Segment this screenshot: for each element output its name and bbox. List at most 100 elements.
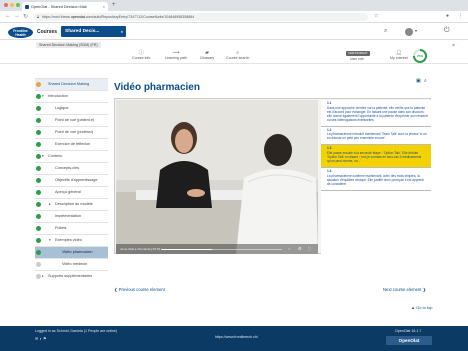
avatar[interactable] (405, 28, 413, 36)
menu-item-label: Contenu (48, 154, 63, 158)
breadcrumb[interactable]: Shared Decision Making (SDM) (FR) (36, 42, 101, 48)
footer-social-icons[interactable]: ✉ ◐ ⚑ (35, 336, 47, 341)
profile-icon[interactable]: ● (446, 13, 449, 19)
reload-icon[interactable]: ↻ (23, 13, 28, 20)
menu-item[interactable]: Vidéo pharmacien (35, 246, 108, 258)
status-dot-icon (36, 82, 41, 87)
menu-item-label: Objectifs d'apprentissage (55, 178, 98, 182)
menu-item[interactable]: Vidéo médecin (35, 258, 108, 270)
menu-item[interactable]: Point de vue (professi) (35, 126, 108, 138)
slide-text: La pharmacienne confirme maintenant, ave… (327, 173, 424, 186)
page-footer: Logged in as Schmid, Daniela (1 People a… (0, 326, 468, 351)
role-badge[interactable]: PARTICIPANT (346, 51, 370, 56)
tool-course-info[interactable]: ⓘ Course info (132, 50, 150, 60)
openolat-logo[interactable]: OpenOlat (386, 336, 432, 345)
favicon-icon (25, 4, 29, 9)
slide-item[interactable]: 1.1 Dans une approche centrée sur la pati… (321, 100, 431, 127)
menu-item[interactable]: ▾ Exemples vidéo (35, 234, 108, 246)
menu-item[interactable]: Concepts-clés (35, 162, 108, 174)
chevron-down-icon[interactable]: ▾ (415, 28, 417, 33)
tool-label: Course search (226, 56, 250, 60)
player-controls: Jump slide ▸ Remaining 00:02 ▸ ♪ ⚙︎ ⛶ (116, 244, 318, 254)
slide-item[interactable]: 1.3 Elle passe ensuite à la seconde étape… (321, 145, 431, 168)
browser-menu-icon[interactable]: ⋮ (458, 13, 463, 19)
status-dot-icon (36, 238, 41, 243)
next-element-link[interactable]: Next course element ❯ (383, 287, 426, 292)
bookmark-star-icon[interactable]: ☆ (374, 13, 378, 19)
back-icon[interactable]: ← (5, 13, 11, 19)
close-course-tab-icon[interactable]: × (121, 26, 123, 37)
menu-item[interactable]: Objectifs d'apprentissage (35, 174, 108, 186)
menu-item[interactable]: Point de vue (patient.e) (35, 114, 108, 126)
status-dot-icon (36, 106, 41, 111)
menu-item[interactable]: Pollets (35, 222, 108, 234)
tool-label: Course info (132, 56, 151, 60)
settings-icon[interactable]: ⚙︎ (298, 246, 302, 251)
menu-item-label: Shared Decision Making (48, 82, 90, 86)
nav-active-course-tab[interactable]: Shared Decis... × (61, 26, 126, 37)
menu-item[interactable]: ▸ Description du modèle (35, 198, 108, 210)
nav-courses[interactable]: Courses (37, 29, 57, 35)
tool-label: Glossary (200, 56, 215, 60)
print-icon[interactable]: ▣ (416, 78, 421, 84)
status-dot-icon (36, 262, 41, 267)
close-window-icon[interactable] (4, 3, 8, 7)
slide-item[interactable]: 1.4 La pharmacienne confirme maintenant, … (321, 168, 431, 191)
close-course-icon[interactable]: × (452, 43, 455, 49)
progress-ring: 75% (413, 49, 427, 63)
menu-item[interactable]: ▾ Introduction (35, 90, 108, 102)
menu-item[interactable]: Exercice de réflexion (35, 138, 108, 150)
logged-in-info: Logged in as Schmid, Daniela (1 People a… (35, 329, 118, 333)
chevron-icon[interactable]: ▾ (42, 91, 44, 102)
slide-item[interactable]: 1.2 La pharmacienne introduit maintenant … (321, 127, 431, 146)
maximize-window-icon[interactable] (16, 3, 20, 7)
chevron-icon[interactable]: ▸ (49, 199, 51, 210)
chevron-icon[interactable]: ▾ (49, 235, 51, 246)
menu-item[interactable]: Implémentation (35, 210, 108, 222)
menu-item[interactable]: Aperçu général (35, 186, 108, 198)
window-controls (4, 3, 20, 7)
status-dot-icon (36, 226, 41, 231)
status-dot-icon (36, 142, 41, 147)
my-interest[interactable]: 👤︎ My interest (390, 50, 408, 60)
video-frame[interactable]: Jump slide ▸ Remaining 00:02 ▸ ♪ ⚙︎ ⛶ (116, 100, 318, 254)
new-tab-icon[interactable]: + (112, 2, 116, 8)
menu-item[interactable]: Shared Decision Making (35, 78, 108, 90)
slide-text: Elle passe ensuite à la seconde étape : … (327, 151, 422, 163)
app-header: Frontline Health Courses Shared Decis...… (0, 24, 468, 40)
chevron-icon[interactable]: ▾ (42, 151, 44, 162)
menu-item[interactable]: ▸ Supports supplémentaires (35, 270, 108, 282)
player-seek-bar[interactable] (162, 249, 282, 250)
menu-item-label: Aperçu général (55, 190, 81, 194)
go-to-top-link[interactable]: ▲ Go to top (411, 305, 433, 310)
menu-item-label: Introduction (48, 94, 68, 98)
page-title: Vidéo pharmacien (114, 82, 200, 93)
go-to-top-label: Go to top (416, 305, 433, 310)
tool-learning-path[interactable]: ⟿ Learning path (165, 50, 187, 60)
frontline-logo[interactable]: Frontline Health (8, 27, 33, 38)
footer-url-link[interactable]: https://www.frontlinerch.ch/ (215, 335, 258, 339)
previous-element-link[interactable]: ❮ Previous course element (114, 287, 165, 292)
slide-text: Dans une approche centrée sur la patient… (327, 105, 428, 122)
url-field[interactable]: https://mmi.thews.openolat.com/auth/Repo… (34, 13, 368, 21)
logout-icon[interactable]: ⏻︎ (444, 27, 450, 35)
previous-element-label: Previous course element (118, 287, 165, 292)
status-dot-icon (36, 274, 41, 279)
forward-icon[interactable]: → (14, 13, 20, 19)
menu-item[interactable]: ▾ Contenu (35, 150, 108, 162)
menu-item[interactable]: Logique (35, 102, 108, 114)
menu-item-label: Vidéo médecin (62, 262, 88, 266)
fullscreen-icon[interactable]: ⛶ (308, 246, 311, 251)
player-status-text: Jump slide ▸ Remaining 00:02 ▸ (120, 247, 163, 251)
zoom-icon[interactable]: ⌕ (424, 78, 427, 84)
lock-icon: 🔒︎ (37, 14, 40, 19)
minimize-window-icon[interactable] (10, 3, 14, 7)
tool-course-search[interactable]: ⌕ Course search (226, 50, 249, 60)
close-tab-icon[interactable]: × (103, 4, 105, 9)
volume-icon[interactable]: ♪ (288, 246, 290, 251)
address-bar: ← → ↻ https://mmi.thews.openolat.com/aut… (0, 11, 468, 23)
tool-glossary[interactable]: ▰ Glossary (200, 50, 214, 60)
chevron-icon[interactable]: ▸ (42, 271, 44, 282)
browser-tab[interactable]: OpenOlat - Shared Decision Mak × (22, 2, 108, 11)
search-icon[interactable]: ⌕ (384, 28, 387, 35)
